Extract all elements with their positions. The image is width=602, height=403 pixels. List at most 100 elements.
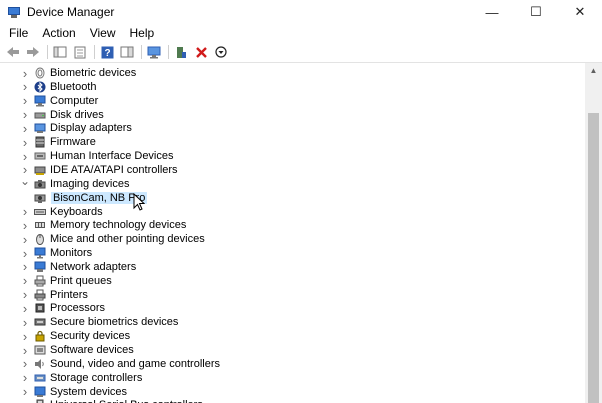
update-driver-icon — [177, 46, 186, 58]
tree-category-item[interactable]: › Printers — [20, 287, 88, 302]
hid-icon — [34, 150, 46, 162]
sound-icon — [34, 358, 46, 370]
window-title: Device Manager — [27, 5, 115, 19]
red-x-icon — [195, 46, 207, 58]
menu-file[interactable]: File — [2, 26, 35, 40]
tree-item-label: Printers — [50, 288, 88, 301]
disk-drive-icon — [34, 109, 46, 121]
scan-hardware-button[interactable] — [145, 43, 163, 61]
tree-category-item[interactable]: › Sound, video and game controllers — [20, 356, 220, 371]
title-bar[interactable]: Device Manager — ☐ ✕ — [0, 0, 602, 24]
chevron-right-icon[interactable]: › — [20, 66, 30, 81]
uninstall-device-button[interactable] — [192, 43, 210, 61]
tree-category-item[interactable]: › IDE ATA/ATAPI controllers — [20, 162, 178, 177]
chevron-right-icon[interactable]: › — [20, 273, 30, 288]
properties-icon — [74, 46, 86, 58]
scrollbar-thumb[interactable] — [588, 113, 599, 403]
tree-category-item[interactable]: › Biometric devices — [20, 66, 136, 81]
chevron-right-icon[interactable]: › — [20, 398, 30, 403]
minimize-button[interactable]: — — [470, 0, 514, 24]
tree-item-label: Network adapters — [50, 260, 137, 273]
tree-category-item[interactable]: › Storage controllers — [20, 370, 143, 385]
tree-category-item[interactable]: › Security devices — [20, 329, 131, 344]
action-pane-button[interactable] — [118, 43, 136, 61]
menu-action[interactable]: Action — [35, 26, 82, 40]
tree-category-item[interactable]: › Network adapters — [20, 259, 137, 274]
tree-category-item[interactable]: › Monitors — [20, 246, 92, 261]
tree-category-item[interactable]: › Software devices — [20, 343, 134, 358]
properties-button[interactable] — [71, 43, 89, 61]
bluetooth-icon — [34, 81, 46, 93]
menu-help[interactable]: Help — [123, 26, 162, 40]
disable-device-button[interactable] — [212, 43, 230, 61]
tree-category-item[interactable]: › Processors — [20, 301, 105, 316]
menu-bar: File Action View Help — [0, 24, 602, 42]
chevron-right-icon[interactable]: › — [20, 370, 30, 385]
tree-item-label: IDE ATA/ATAPI controllers — [50, 163, 178, 176]
update-driver-button[interactable] — [172, 43, 190, 61]
device-manager-icon — [8, 6, 20, 18]
chevron-right-icon[interactable]: › — [20, 315, 30, 330]
device-manager-window: Device Manager — ☐ ✕ File Action View He… — [0, 0, 602, 403]
tree-item-label: Keyboards — [50, 205, 103, 218]
chevron-right-icon[interactable]: › — [20, 384, 30, 399]
toolbar-separator — [47, 45, 48, 59]
tree-item-label: Universal Serial Bus controllers — [50, 399, 203, 403]
menu-view[interactable]: View — [83, 26, 123, 40]
keyboard-icon — [34, 206, 46, 218]
chevron-right-icon[interactable]: › — [20, 121, 30, 136]
software-device-icon — [34, 344, 46, 356]
tree-category-item[interactable]: › Firmware — [20, 135, 96, 150]
tree-category-item[interactable]: › Display adapters — [20, 121, 132, 136]
tree-item-label: Sound, video and game controllers — [50, 357, 220, 370]
mouse-icon — [34, 233, 46, 246]
chevron-right-icon[interactable]: › — [20, 204, 30, 219]
chevron-right-icon[interactable]: › — [20, 259, 30, 274]
chevron-right-icon[interactable]: › — [20, 329, 30, 344]
back-button[interactable] — [4, 43, 22, 61]
chevron-right-icon[interactable]: › — [20, 356, 30, 371]
tree-category-item[interactable]: › Print queues — [20, 273, 112, 288]
camera-icon — [34, 178, 46, 190]
chevron-right-icon[interactable]: › — [20, 79, 30, 94]
tree-category-item[interactable]: › Computer — [20, 93, 98, 108]
tree-child-item[interactable]: BisonCam, NB Pro — [33, 191, 148, 205]
security-device-icon — [34, 330, 46, 342]
help-button[interactable]: ? — [98, 43, 116, 61]
vertical-scrollbar[interactable]: ▲ — [585, 63, 602, 403]
tree-item-label: System devices — [50, 385, 128, 398]
chevron-right-icon[interactable]: › — [20, 232, 30, 247]
svg-text:?: ? — [104, 48, 110, 59]
scroll-up-icon[interactable]: ▲ — [585, 63, 602, 77]
tree-category-item[interactable]: › Memory technology devices — [20, 218, 187, 233]
chevron-down-icon[interactable]: ⌄ — [20, 174, 30, 188]
tree-category-item[interactable]: › Universal Serial Bus controllers — [20, 398, 203, 403]
chevron-right-icon[interactable]: › — [20, 149, 30, 164]
chevron-right-icon[interactable]: › — [20, 287, 30, 302]
tree-item-label: Security devices — [50, 330, 131, 343]
tree-category-item[interactable]: › Mice and other pointing devices — [20, 232, 205, 247]
tree-category-item[interactable]: › Bluetooth — [20, 79, 97, 94]
show-hide-console-tree-button[interactable] — [51, 43, 69, 61]
tree-category-item[interactable]: › System devices — [20, 384, 128, 399]
memory-icon — [34, 219, 46, 231]
chevron-right-icon[interactable]: › — [20, 343, 30, 358]
tree-category-item[interactable]: › Human Interface Devices — [20, 149, 174, 164]
close-button[interactable]: ✕ — [558, 0, 602, 24]
chevron-right-icon[interactable]: › — [20, 246, 30, 261]
storage-controller-icon — [34, 372, 46, 384]
tree-category-item[interactable]: › Secure biometrics devices — [20, 315, 179, 330]
tree-category-item[interactable]: › Keyboards — [20, 204, 103, 219]
forward-button[interactable] — [24, 43, 42, 61]
computer-icon — [34, 95, 46, 107]
tree-category-item[interactable]: ⌄ Imaging devices — [20, 174, 130, 191]
chevron-right-icon[interactable]: › — [20, 301, 30, 316]
back-arrow-icon — [7, 47, 19, 57]
maximize-button[interactable]: ☐ — [514, 0, 558, 24]
tree-item-label: Storage controllers — [50, 371, 143, 384]
tree-category-item[interactable]: › Disk drives — [20, 107, 104, 122]
chevron-right-icon[interactable]: › — [20, 93, 30, 108]
chevron-right-icon[interactable]: › — [20, 107, 30, 122]
chevron-right-icon[interactable]: › — [20, 135, 30, 150]
chevron-right-icon[interactable]: › — [20, 218, 30, 233]
